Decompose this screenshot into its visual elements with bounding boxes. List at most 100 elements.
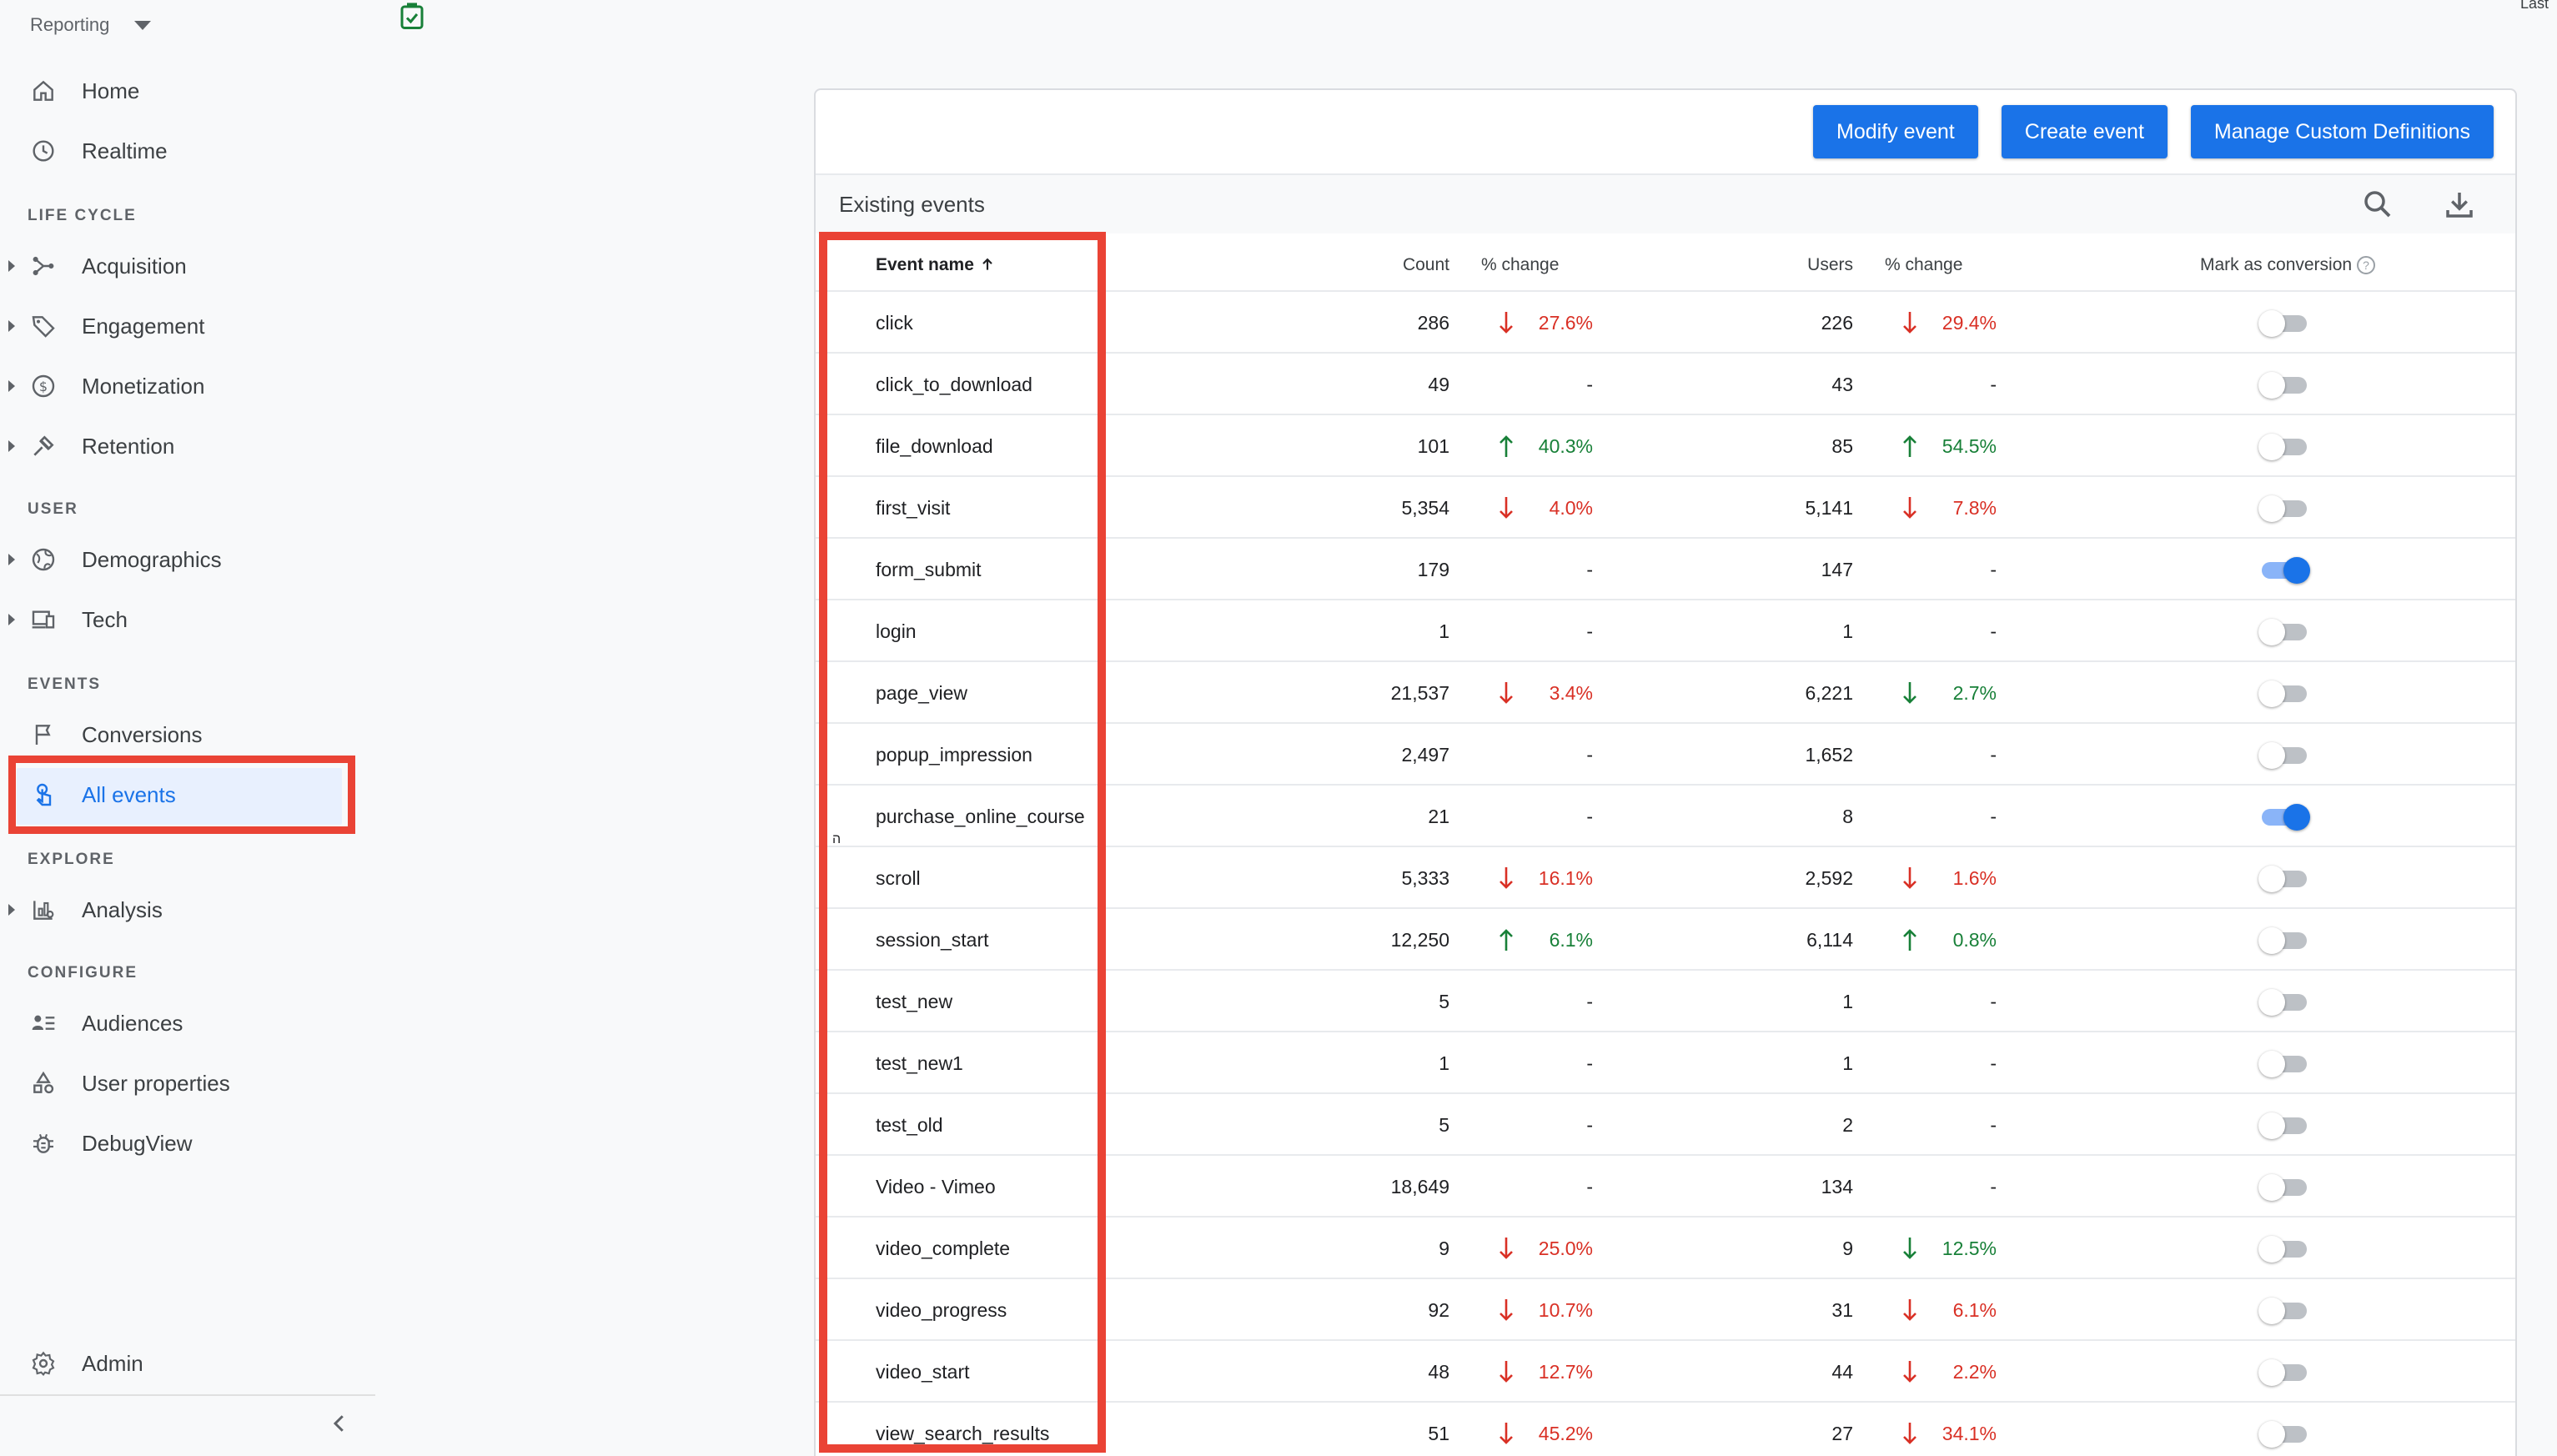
sidebar-item-monetization[interactable]: $ Monetization bbox=[0, 361, 375, 411]
expand-arrow-icon[interactable] bbox=[8, 554, 15, 565]
mark-as-conversion-toggle[interactable] bbox=[2258, 1236, 2310, 1263]
sidebar-item-tech[interactable]: Tech bbox=[0, 595, 375, 645]
mark-as-conversion-toggle[interactable] bbox=[2258, 434, 2310, 460]
event-count: 5 bbox=[1439, 991, 1449, 1012]
highlight-box-event-names bbox=[819, 232, 1106, 1453]
count-change: 3.4% bbox=[1549, 682, 1593, 704]
event-count: 49 bbox=[1428, 374, 1449, 395]
sidebar-item-admin[interactable]: Admin bbox=[0, 1338, 375, 1388]
expand-arrow-icon[interactable] bbox=[8, 320, 15, 332]
column-header-users-change[interactable]: % change bbox=[1885, 255, 1962, 275]
count-change: - bbox=[1586, 1114, 1593, 1136]
event-count: 1 bbox=[1439, 620, 1449, 642]
sidebar-item-acquisition[interactable]: Acquisition bbox=[0, 241, 375, 291]
sidebar-item-retention[interactable]: Retention bbox=[0, 421, 375, 471]
mark-as-conversion-toggle[interactable] bbox=[2258, 1174, 2310, 1201]
expand-arrow-icon[interactable] bbox=[8, 614, 15, 625]
section-user: USER bbox=[28, 500, 78, 518]
mark-as-conversion-toggle[interactable] bbox=[2258, 742, 2310, 769]
sidebar-item-conversions[interactable]: Conversions bbox=[0, 710, 375, 760]
mark-as-conversion-toggle[interactable] bbox=[2258, 1359, 2310, 1386]
modify-event-button[interactable]: Modify event bbox=[1813, 105, 1978, 158]
dollar-icon: $ bbox=[28, 371, 58, 401]
arrow-down-icon bbox=[1901, 1358, 1918, 1386]
mark-as-conversion-toggle[interactable] bbox=[2258, 866, 2310, 892]
mark-as-conversion-toggle[interactable] bbox=[2258, 1112, 2310, 1139]
event-count: 2,497 bbox=[1401, 744, 1449, 766]
count-change: 25.0% bbox=[1538, 1238, 1593, 1259]
reporting-dropdown[interactable]: Reporting bbox=[30, 8, 152, 42]
sidebar-item-label: Acquisition bbox=[82, 253, 187, 279]
mark-as-conversion-toggle[interactable] bbox=[2258, 804, 2310, 831]
arrow-down-icon bbox=[1901, 1419, 1918, 1448]
check-document-icon[interactable] bbox=[397, 2, 427, 32]
mark-as-conversion-toggle[interactable] bbox=[2258, 372, 2310, 399]
cursor-icon: ה bbox=[832, 832, 841, 846]
mark-as-conversion-toggle[interactable] bbox=[2258, 1421, 2310, 1448]
mark-as-conversion-toggle[interactable] bbox=[2258, 680, 2310, 707]
event-count: 5 bbox=[1439, 1114, 1449, 1136]
sidebar-item-analysis[interactable]: Analysis bbox=[0, 885, 375, 935]
users-change: 29.4% bbox=[1942, 312, 1997, 334]
search-icon[interactable] bbox=[2360, 187, 2395, 222]
section-explore: EXPLORE bbox=[28, 851, 115, 868]
sidebar-item-user-properties[interactable]: User properties bbox=[0, 1058, 375, 1108]
sidebar-divider bbox=[0, 1394, 375, 1396]
sidebar-item-engagement[interactable]: Engagement bbox=[0, 301, 375, 351]
event-count: 21 bbox=[1428, 806, 1449, 827]
download-icon[interactable] bbox=[2442, 187, 2477, 222]
toggle-knob bbox=[2258, 1359, 2285, 1386]
expand-arrow-icon[interactable] bbox=[8, 904, 15, 916]
users-change: 1.6% bbox=[1952, 867, 1997, 889]
column-header-conversion: Mark as conversion? bbox=[2200, 255, 2376, 275]
shapes-icon bbox=[28, 1068, 58, 1098]
highlight-box-sidebar bbox=[8, 756, 355, 834]
sidebar-item-realtime[interactable]: Realtime bbox=[0, 126, 375, 176]
help-icon[interactable]: ? bbox=[2357, 256, 2376, 275]
arrow-down-icon bbox=[1498, 1234, 1515, 1263]
column-header-users[interactable]: Users bbox=[1807, 255, 1853, 275]
users-change: 6.1% bbox=[1952, 1299, 1997, 1321]
mark-as-conversion-toggle[interactable] bbox=[2258, 989, 2310, 1016]
section-events: EVENTS bbox=[28, 675, 102, 693]
mark-as-conversion-toggle[interactable] bbox=[2258, 557, 2310, 584]
sidebar-item-audiences[interactable]: Audiences bbox=[0, 998, 375, 1048]
expand-arrow-icon[interactable] bbox=[8, 440, 15, 452]
sidebar-item-label: All events bbox=[82, 781, 176, 807]
sidebar-item-debugview[interactable]: DebugView bbox=[0, 1118, 375, 1168]
mark-as-conversion-toggle[interactable] bbox=[2258, 1051, 2310, 1077]
expand-arrow-icon[interactable] bbox=[8, 380, 15, 392]
chevron-down-icon bbox=[134, 20, 152, 30]
collapse-sidebar-button[interactable] bbox=[325, 1409, 354, 1438]
sidebar-item-demographics[interactable]: Demographics bbox=[0, 535, 375, 585]
mark-as-conversion-toggle[interactable] bbox=[2258, 619, 2310, 645]
event-count: 92 bbox=[1428, 1299, 1449, 1321]
sidebar-item-label: Engagement bbox=[82, 313, 205, 339]
toggle-knob bbox=[2258, 619, 2285, 645]
mark-as-conversion-toggle[interactable] bbox=[2258, 1298, 2310, 1324]
column-header-count-change[interactable]: % change bbox=[1481, 255, 1559, 275]
retention-icon bbox=[28, 431, 58, 461]
tag-icon bbox=[28, 311, 58, 341]
sidebar-item-label: DebugView bbox=[82, 1130, 193, 1156]
event-users: 1,652 bbox=[1805, 744, 1853, 766]
column-header-count[interactable]: Count bbox=[1403, 255, 1449, 275]
arrow-up-icon bbox=[1901, 432, 1918, 460]
mark-as-conversion-toggle[interactable] bbox=[2258, 310, 2310, 337]
event-users: 226 bbox=[1821, 312, 1853, 334]
date-range-label[interactable]: Last bbox=[2520, 0, 2557, 13]
sidebar-item-label: Admin bbox=[82, 1350, 143, 1376]
expand-arrow-icon[interactable] bbox=[8, 260, 15, 272]
create-event-button[interactable]: Create event bbox=[2001, 105, 2168, 158]
mark-as-conversion-toggle[interactable] bbox=[2258, 927, 2310, 954]
toggle-knob bbox=[2258, 1112, 2285, 1139]
arrow-down-icon bbox=[1901, 1234, 1918, 1263]
manage-custom-definitions-button[interactable]: Manage Custom Definitions bbox=[2190, 105, 2494, 158]
count-change: 16.1% bbox=[1538, 867, 1593, 889]
count-change: 27.6% bbox=[1538, 312, 1593, 334]
sidebar-item-home[interactable]: Home bbox=[0, 66, 375, 116]
chevron-left-icon bbox=[333, 1415, 344, 1432]
globe-icon bbox=[28, 545, 58, 575]
mark-as-conversion-toggle[interactable] bbox=[2258, 495, 2310, 522]
arrow-down-icon bbox=[1901, 864, 1918, 892]
